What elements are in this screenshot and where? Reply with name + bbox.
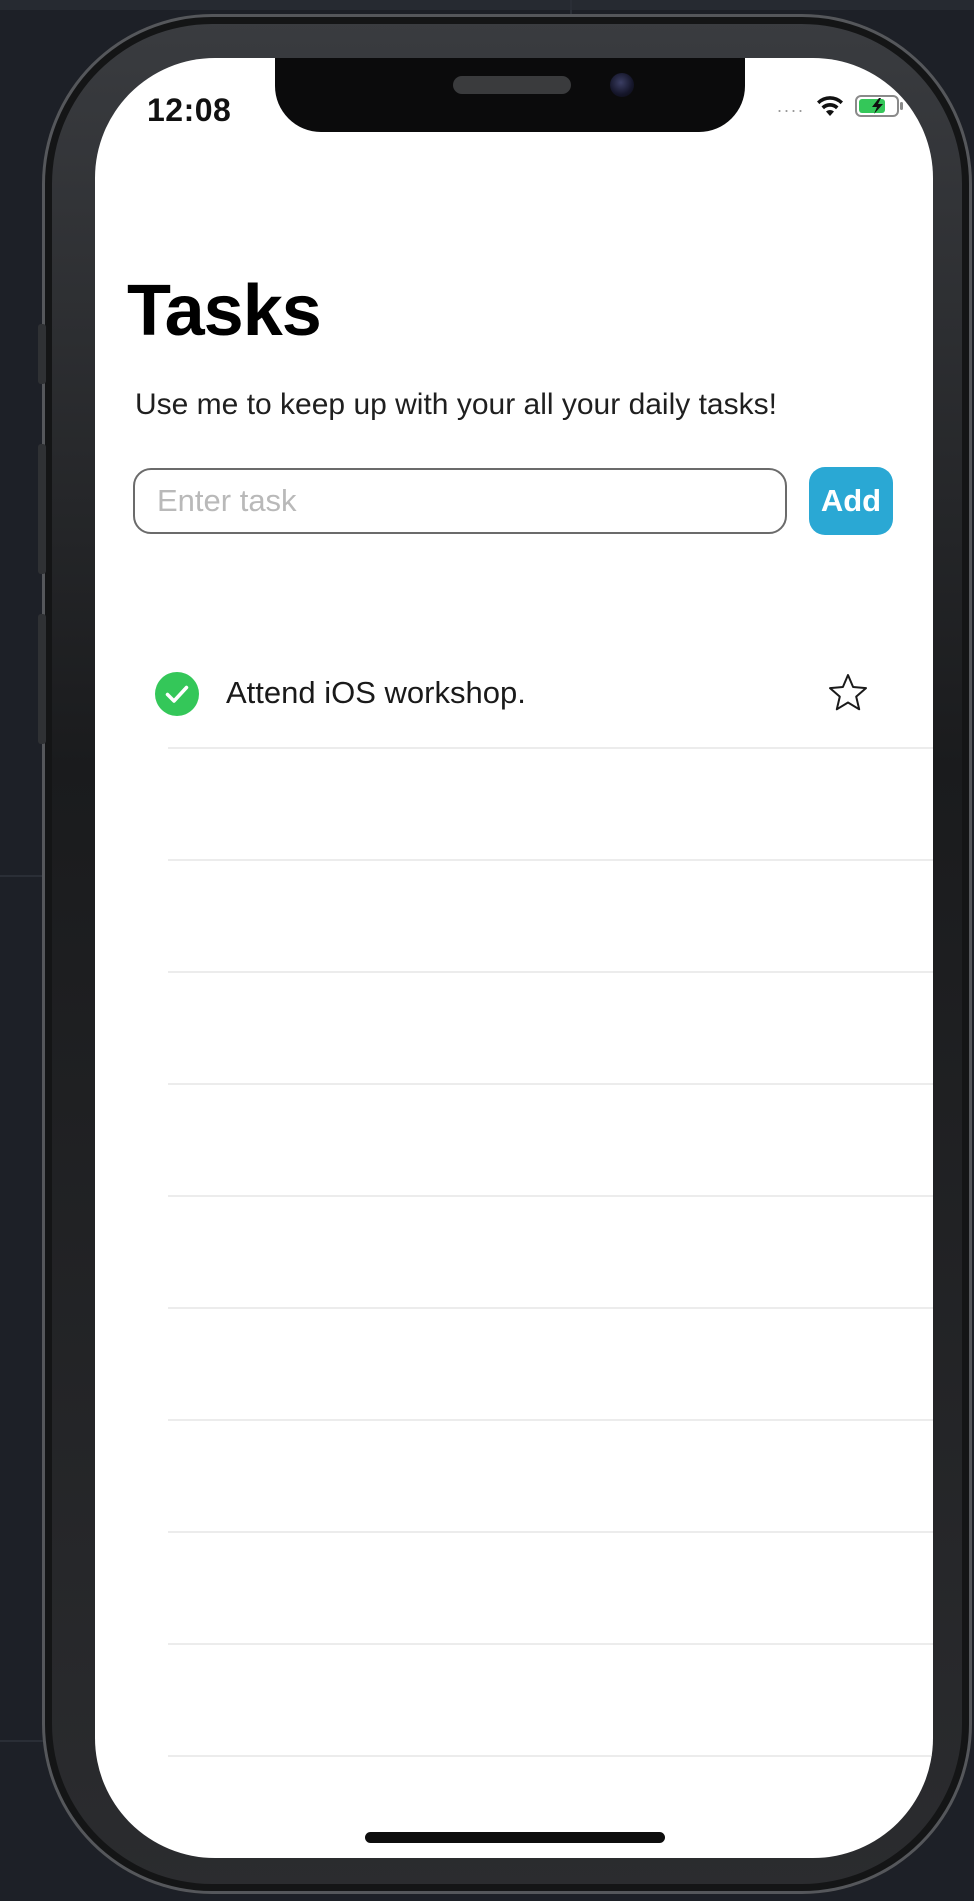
task-row[interactable]: Attend iOS workshop.: [95, 637, 933, 749]
notch: [275, 58, 745, 132]
empty-list-row: [95, 1085, 933, 1197]
empty-list-row: [95, 749, 933, 861]
battery-charging-icon: [855, 95, 903, 117]
volume-down-button: [38, 614, 46, 744]
empty-list-row: [95, 973, 933, 1085]
add-task-button[interactable]: Add: [809, 467, 893, 535]
signal-icon: ....: [776, 95, 805, 116]
status-icons: ....: [777, 94, 905, 118]
mute-switch: [38, 324, 46, 384]
empty-list-row: [95, 1309, 933, 1421]
home-indicator[interactable]: [365, 1832, 665, 1843]
empty-list-row: [95, 1197, 933, 1309]
status-time: 12:08: [147, 92, 232, 128]
star-outline-icon[interactable]: [826, 671, 870, 715]
task-input[interactable]: [133, 468, 787, 534]
task-text: Attend iOS workshop.: [226, 675, 526, 710]
app-screen: 12:08 .... Tasks Use me to keep up with …: [95, 58, 933, 1858]
empty-list-row: [95, 1645, 933, 1757]
checkmark-circle-icon[interactable]: [155, 672, 199, 716]
earpiece-speaker: [453, 76, 571, 94]
empty-list-row: [95, 861, 933, 973]
volume-up-button: [38, 444, 46, 574]
page-title: Tasks: [127, 271, 322, 351]
row-divider: [168, 1755, 933, 1757]
front-camera: [610, 73, 634, 97]
page-subtitle: Use me to keep up with your all your dai…: [135, 388, 777, 421]
empty-list-row: [95, 1421, 933, 1533]
wifi-icon: [817, 96, 843, 116]
empty-list-row: [95, 1533, 933, 1645]
